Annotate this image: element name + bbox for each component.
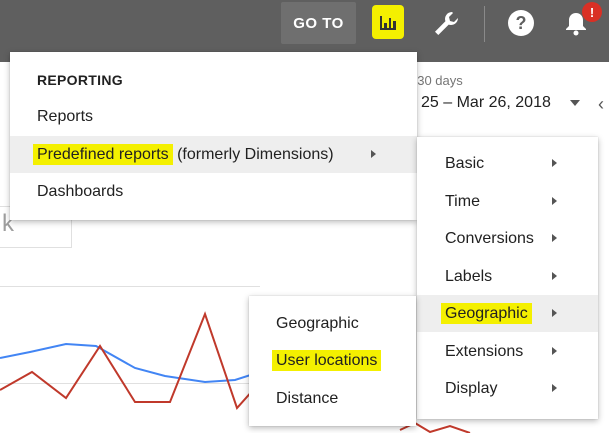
reports-icon[interactable] bbox=[372, 5, 404, 39]
submenu-item-basic[interactable]: Basic bbox=[417, 145, 598, 182]
geographic-submenu: Geographic User locations Distance bbox=[249, 296, 416, 426]
predefined-reports-submenu: Basic Time Conversions Labels Geographic… bbox=[417, 137, 598, 419]
chevron-right-icon bbox=[552, 309, 557, 317]
menu-item-label: Basic bbox=[445, 154, 485, 172]
geo-item-distance[interactable]: Distance bbox=[249, 380, 416, 417]
menu-item-label: Conversions bbox=[445, 229, 534, 247]
menu-item-label: User locations bbox=[272, 349, 382, 371]
menu-item-reports[interactable]: Reports bbox=[10, 98, 417, 135]
date-range-value[interactable]: 25 – Mar 26, 2018 bbox=[421, 94, 551, 112]
menu-item-label: Geographic bbox=[276, 314, 359, 332]
menu-item-label: Geographic bbox=[441, 302, 532, 324]
geo-item-geographic[interactable]: Geographic bbox=[249, 305, 416, 342]
reporting-menu-heading: REPORTING bbox=[37, 72, 123, 88]
chart-series-red bbox=[0, 311, 263, 410]
menu-item-suffix: (formerly Dimensions) bbox=[177, 145, 334, 163]
chevron-left-icon[interactable]: ‹ bbox=[598, 94, 604, 115]
chevron-right-icon bbox=[552, 272, 557, 280]
toolbar-divider bbox=[484, 6, 485, 42]
menu-item-label: Labels bbox=[445, 267, 493, 285]
date-range-label: t 30 days bbox=[410, 73, 463, 88]
menu-item-label: Distance bbox=[276, 389, 339, 407]
geo-item-user-locations[interactable]: User locations bbox=[249, 342, 416, 379]
menu-item-dashboards[interactable]: Dashboards bbox=[10, 173, 417, 210]
chevron-right-icon bbox=[552, 347, 557, 355]
submenu-item-geographic[interactable]: Geographic bbox=[417, 295, 598, 332]
menu-item-label: Dashboards bbox=[37, 182, 124, 200]
date-range-dropdown-icon[interactable] bbox=[570, 100, 580, 106]
menu-item-label: Display bbox=[445, 379, 498, 397]
chevron-right-icon bbox=[371, 150, 376, 158]
menu-item-label: Reports bbox=[37, 107, 94, 125]
menu-item-label: Extensions bbox=[445, 342, 524, 360]
submenu-item-conversions[interactable]: Conversions bbox=[417, 220, 598, 257]
menu-item-label-group: Geographic bbox=[441, 302, 532, 324]
menu-item-label-group: Predefined reports (formerly Dimensions) bbox=[33, 143, 334, 165]
reporting-menu: REPORTING Reports Predefined reports (fo… bbox=[10, 52, 417, 220]
bar-chart-icon bbox=[380, 16, 397, 30]
submenu-item-labels[interactable]: Labels bbox=[417, 258, 598, 295]
submenu-item-display[interactable]: Display bbox=[417, 370, 598, 407]
chevron-right-icon bbox=[552, 384, 557, 392]
menu-item-label: Predefined reports bbox=[33, 143, 173, 165]
menu-item-label: Time bbox=[445, 192, 480, 210]
go-to-button[interactable]: GO TO bbox=[281, 2, 356, 44]
submenu-item-time[interactable]: Time bbox=[417, 183, 598, 220]
menu-item-predefined-reports[interactable]: Predefined reports (formerly Dimensions) bbox=[10, 136, 417, 173]
chevron-right-icon bbox=[552, 159, 557, 167]
menu-item-label-group: User locations bbox=[272, 349, 382, 371]
chevron-right-icon bbox=[552, 234, 557, 242]
chevron-right-icon bbox=[552, 197, 557, 205]
wrench-icon[interactable] bbox=[430, 8, 462, 40]
notification-badge: ! bbox=[582, 2, 602, 22]
help-icon[interactable]: ? bbox=[508, 10, 534, 36]
submenu-item-extensions[interactable]: Extensions bbox=[417, 333, 598, 370]
